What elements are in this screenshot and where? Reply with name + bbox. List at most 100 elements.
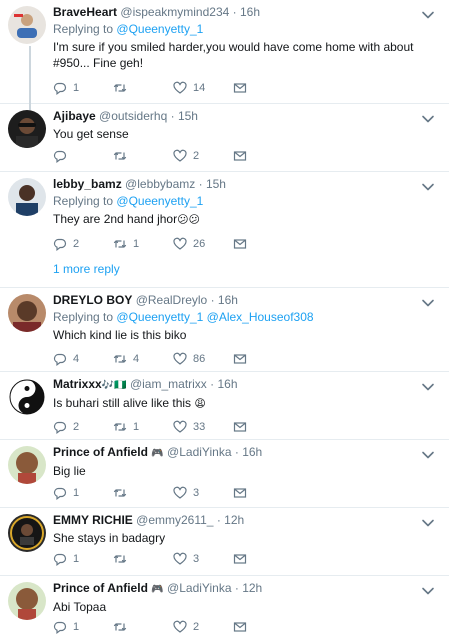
- avatar[interactable]: [8, 378, 46, 416]
- chevron-down-icon[interactable]: [421, 112, 435, 126]
- user-handle[interactable]: @emmy2611_: [136, 513, 213, 527]
- retweet-button[interactable]: 1: [113, 237, 173, 251]
- retweet-button[interactable]: [113, 620, 173, 634]
- message-button[interactable]: [233, 620, 293, 634]
- like-icon: [173, 420, 193, 434]
- separator-dot: ·: [210, 293, 215, 307]
- retweet-button[interactable]: 4: [113, 352, 173, 366]
- like-button[interactable]: 3: [173, 552, 233, 566]
- display-name[interactable]: DREYLO BOY: [53, 293, 132, 307]
- chevron-down-icon[interactable]: [421, 448, 435, 462]
- chevron-down-icon[interactable]: [421, 380, 435, 394]
- avatar[interactable]: [8, 582, 46, 620]
- reply-feed: BraveHeart @ispeakmymind234 · 16h Replyi…: [0, 0, 449, 640]
- message-button[interactable]: [233, 420, 293, 434]
- timestamp[interactable]: 15h: [206, 177, 226, 191]
- tweet-prince-of-anfield-2[interactable]: Prince of Anfield 🎮 @LadiYinka · 12h Abi…: [0, 576, 449, 640]
- timestamp[interactable]: 16h: [218, 377, 238, 391]
- display-name[interactable]: Ajibaye: [53, 109, 96, 123]
- more-replies-link[interactable]: 1 more reply: [53, 262, 120, 276]
- like-button[interactable]: 3: [173, 486, 233, 500]
- user-handle[interactable]: @LadiYinka: [167, 445, 231, 459]
- reply-button[interactable]: 2: [53, 237, 113, 251]
- display-name[interactable]: BraveHeart: [53, 5, 117, 19]
- message-button[interactable]: [233, 81, 293, 95]
- message-button[interactable]: [233, 552, 293, 566]
- reply-count: 2: [73, 238, 80, 250]
- timestamp[interactable]: 12h: [224, 513, 244, 527]
- chevron-down-icon[interactable]: [421, 296, 435, 310]
- message-button[interactable]: [233, 486, 293, 500]
- tweet-prince-of-anfield[interactable]: Prince of Anfield 🎮 @LadiYinka · 16h Big…: [0, 440, 449, 508]
- display-name[interactable]: Prince of Anfield: [53, 445, 148, 459]
- avatar[interactable]: [8, 294, 46, 332]
- like-count: 33: [193, 421, 206, 433]
- user-handle[interactable]: @iam_matrixx: [130, 377, 207, 391]
- timestamp[interactable]: 15h: [178, 109, 198, 123]
- message-icon: [233, 486, 253, 500]
- reply-button[interactable]: 4: [53, 352, 113, 366]
- message-icon: [233, 552, 253, 566]
- like-button[interactable]: 14: [173, 81, 233, 95]
- retweet-button[interactable]: [113, 149, 173, 163]
- display-name[interactable]: lebby_bamz: [53, 177, 122, 191]
- avatar[interactable]: [8, 178, 46, 216]
- like-button[interactable]: 2: [173, 149, 233, 163]
- like-count: 3: [193, 553, 200, 565]
- chevron-down-icon[interactable]: [421, 516, 435, 530]
- tweet-matrixxx[interactable]: Matrixxx🎶🇳🇬 @iam_matrixx · 16h Is buhari…: [0, 372, 449, 440]
- retweet-icon: [113, 237, 133, 251]
- mention-link[interactable]: @Alex_Houseof308: [207, 310, 314, 324]
- user-handle[interactable]: @ispeakmymind234: [120, 5, 229, 19]
- avatar[interactable]: [8, 514, 46, 552]
- retweet-count: 4: [133, 353, 140, 365]
- like-count: 2: [193, 150, 200, 162]
- tweet-text: Is buhari still alive like this: [53, 396, 192, 410]
- tweet-emmy-richie[interactable]: EMMY RICHIE @emmy2611_ · 12h She stays i…: [0, 508, 449, 576]
- reply-button[interactable]: 1: [53, 486, 113, 500]
- tweet-braveheart[interactable]: BraveHeart @ispeakmymind234 · 16h Replyi…: [0, 0, 449, 104]
- avatar[interactable]: [8, 6, 46, 44]
- reply-count: 4: [73, 353, 80, 365]
- reply-button[interactable]: [53, 149, 113, 163]
- mention-link[interactable]: @Queenyetty_1: [116, 310, 203, 324]
- mention-link[interactable]: @Queenyetty_1: [116, 194, 203, 208]
- avatar[interactable]: [8, 110, 46, 148]
- chevron-down-icon[interactable]: [421, 584, 435, 598]
- display-name[interactable]: EMMY RICHIE: [53, 513, 133, 527]
- tweet-ajibaye[interactable]: Ajibaye @outsiderhq · 15h You get sense …: [0, 104, 449, 172]
- like-button[interactable]: 2: [173, 620, 233, 634]
- reply-button[interactable]: 1: [53, 552, 113, 566]
- message-button[interactable]: [233, 237, 293, 251]
- chevron-down-icon[interactable]: [421, 8, 435, 22]
- like-button[interactable]: 26: [173, 237, 233, 251]
- user-handle[interactable]: @lebbybamz: [125, 177, 195, 191]
- reply-button[interactable]: 1: [53, 620, 113, 634]
- timestamp[interactable]: 16h: [242, 445, 262, 459]
- user-handle[interactable]: @LadiYinka: [167, 581, 231, 595]
- avatar[interactable]: [8, 446, 46, 484]
- display-name[interactable]: Matrixxx: [53, 377, 102, 391]
- timestamp[interactable]: 12h: [242, 581, 262, 595]
- message-button[interactable]: [233, 149, 293, 163]
- timestamp[interactable]: 16h: [218, 293, 238, 307]
- like-button[interactable]: 33: [173, 420, 233, 434]
- reply-button[interactable]: 2: [53, 420, 113, 434]
- reply-button[interactable]: 1: [53, 81, 113, 95]
- retweet-button[interactable]: [113, 486, 173, 500]
- tweet-dreylo-boy[interactable]: DREYLO BOY @RealDreylo · 16h Replying to…: [0, 288, 449, 372]
- message-button[interactable]: [233, 352, 293, 366]
- like-icon: [173, 486, 193, 500]
- timestamp[interactable]: 16h: [240, 5, 260, 19]
- mention-link[interactable]: @Queenyetty_1: [116, 22, 203, 36]
- user-handle[interactable]: @outsiderhq: [99, 109, 167, 123]
- tweet-lebby-bamz[interactable]: lebby_bamz @lebbybamz · 15h Replying to …: [0, 172, 449, 288]
- display-name[interactable]: Prince of Anfield: [53, 581, 148, 595]
- reply-count: 1: [73, 487, 80, 499]
- retweet-button[interactable]: [113, 552, 173, 566]
- retweet-button[interactable]: [113, 81, 173, 95]
- chevron-down-icon[interactable]: [421, 180, 435, 194]
- like-button[interactable]: 86: [173, 352, 233, 366]
- user-handle[interactable]: @RealDreylo: [136, 293, 208, 307]
- retweet-button[interactable]: 1: [113, 420, 173, 434]
